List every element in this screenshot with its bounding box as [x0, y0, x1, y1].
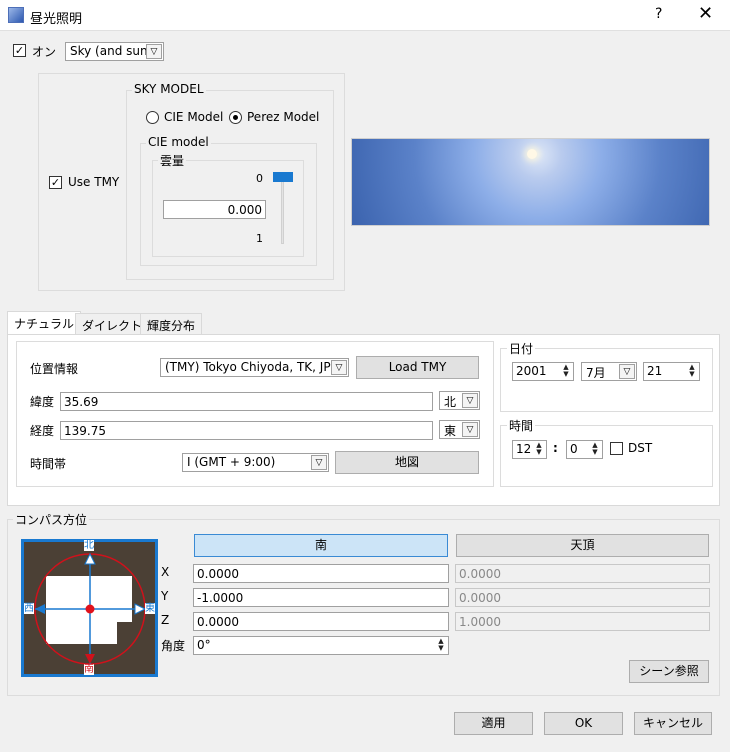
- cloud-slider-thumb[interactable]: [273, 172, 293, 182]
- y-label: Y: [161, 589, 169, 603]
- year-value: 2001: [516, 364, 547, 378]
- chevron-down-icon: ▽: [311, 455, 327, 470]
- angle-spinner[interactable]: 0° ▲ ▼: [193, 636, 449, 655]
- zenith-button[interactable]: 天頂: [456, 534, 709, 557]
- day-value: 21: [647, 364, 663, 378]
- spinner-arrows-icon[interactable]: ▲ ▼: [560, 364, 572, 379]
- longitude-label: 経度: [30, 424, 55, 438]
- ok-button[interactable]: OK: [544, 712, 623, 735]
- cie-model-label: CIE Model: [164, 110, 224, 124]
- chevron-down-icon: ▽: [619, 364, 635, 379]
- date-group-label: 日付: [507, 340, 536, 357]
- compass-east-label: 東: [145, 603, 155, 614]
- perez-model-radio[interactable]: [229, 111, 242, 124]
- dst-label: DST: [628, 441, 653, 455]
- timezone-value: I (GMT + 9:00): [187, 455, 276, 469]
- south-z-field[interactable]: 0.0000: [193, 612, 449, 631]
- latitude-label: 緯度: [30, 395, 55, 409]
- title-bar: 昼光照明 ? ✕: [0, 0, 730, 31]
- location-value: (TMY) Tokyo Chiyoda, TK, JPN: [165, 360, 340, 374]
- chevron-down-icon: ▽: [331, 360, 347, 375]
- latitude-field[interactable]: 35.69: [60, 392, 433, 411]
- time-separator: :: [553, 441, 558, 455]
- minute-value: 0: [570, 442, 578, 456]
- sky-type-value: Sky (and sun): [70, 44, 153, 58]
- cloud-max-label: 1: [256, 232, 263, 245]
- window-title: 昼光照明: [30, 12, 83, 27]
- load-tmy-button[interactable]: Load TMY: [356, 356, 479, 379]
- minute-spinner[interactable]: 0 ▲ ▼: [566, 440, 603, 459]
- cloud-cover-label: 雲量: [158, 152, 187, 169]
- hour-spinner[interactable]: 12 ▲ ▼: [512, 440, 547, 459]
- use-tmy-label: Use TMY: [68, 175, 120, 189]
- app-icon: [8, 7, 24, 23]
- compass-north-label: 北: [84, 540, 94, 551]
- spinner-arrows-icon[interactable]: ▲ ▼: [533, 442, 545, 457]
- location-label: 位置情報: [30, 362, 79, 376]
- cancel-button[interactable]: キャンセル: [634, 712, 712, 735]
- perez-model-label: Perez Model: [247, 110, 320, 124]
- chevron-down-icon: ▽: [146, 44, 162, 59]
- compass-group-label: コンパス方位: [13, 511, 90, 528]
- tab-direct[interactable]: ダイレクト: [75, 313, 150, 335]
- south-button[interactable]: 南: [194, 534, 448, 557]
- timezone-label: 時間帯: [30, 457, 67, 471]
- spinner-arrows-icon[interactable]: ▲ ▼: [589, 442, 601, 457]
- location-select[interactable]: (TMY) Tokyo Chiyoda, TK, JPN ▽: [160, 358, 349, 377]
- south-x-field[interactable]: 0.0000: [193, 564, 449, 583]
- compass-view[interactable]: 北 西 東 南: [21, 539, 158, 677]
- chevron-down-icon: ▽: [462, 422, 478, 437]
- zenith-z-field: 1.0000: [455, 612, 710, 631]
- cie-model-radio[interactable]: [146, 111, 159, 124]
- compass-south-label: 南: [84, 664, 94, 675]
- sky-type-select[interactable]: Sky (and sun) ▽: [65, 42, 164, 61]
- cie-model-group-label: CIE model: [146, 135, 211, 149]
- z-label: Z: [161, 613, 170, 627]
- use-tmy-checkbox[interactable]: ✓: [49, 176, 62, 189]
- tab-luminance[interactable]: 輝度分布: [140, 313, 203, 335]
- map-button[interactable]: 地図: [335, 451, 479, 474]
- sky-preview: [351, 138, 710, 226]
- cloud-value-field[interactable]: 0.000: [163, 200, 266, 219]
- cloud-slider-track[interactable]: [281, 178, 284, 244]
- latitude-dir-select[interactable]: 北 ▽: [439, 391, 480, 410]
- scene-reference-button[interactable]: シーン参照: [629, 660, 709, 683]
- longitude-dir-value: 東: [444, 424, 457, 438]
- sun-icon: [527, 149, 537, 159]
- hour-value: 12: [516, 442, 532, 456]
- day-spinner[interactable]: 21 ▲ ▼: [643, 362, 700, 381]
- latitude-dir-value: 北: [444, 395, 457, 409]
- apply-button[interactable]: 適用: [454, 712, 533, 735]
- zenith-x-field: 0.0000: [455, 564, 710, 583]
- month-select[interactable]: 7月 ▽: [581, 362, 637, 381]
- on-label: オン: [32, 45, 57, 59]
- time-group-label: 時間: [507, 417, 536, 434]
- help-button[interactable]: ?: [655, 6, 662, 22]
- spinner-arrows-icon[interactable]: ▲ ▼: [686, 364, 698, 379]
- angle-label: 角度: [161, 639, 186, 653]
- zenith-y-field: 0.0000: [455, 588, 710, 607]
- chevron-down-icon: ▽: [462, 393, 478, 408]
- dst-checkbox[interactable]: [610, 442, 623, 455]
- south-y-field[interactable]: -1.0000: [193, 588, 449, 607]
- compass-west-label: 西: [24, 603, 34, 614]
- angle-value: 0°: [197, 638, 211, 652]
- timezone-select[interactable]: I (GMT + 9:00) ▽: [182, 453, 329, 472]
- longitude-dir-select[interactable]: 東 ▽: [439, 420, 480, 439]
- x-label: X: [161, 565, 170, 579]
- on-checkbox[interactable]: ✓: [13, 44, 26, 57]
- month-value: 7月: [586, 366, 606, 380]
- longitude-field[interactable]: 139.75: [60, 421, 433, 440]
- year-spinner[interactable]: 2001 ▲ ▼: [512, 362, 574, 381]
- cloud-min-label: 0: [256, 172, 263, 185]
- tab-natural[interactable]: ナチュラル: [7, 311, 82, 335]
- sky-model-group-label: SKY MODEL: [132, 82, 206, 96]
- compass-graphic: [34, 552, 147, 665]
- spinner-arrows-icon[interactable]: ▲ ▼: [435, 638, 447, 653]
- close-button[interactable]: ✕: [698, 3, 713, 24]
